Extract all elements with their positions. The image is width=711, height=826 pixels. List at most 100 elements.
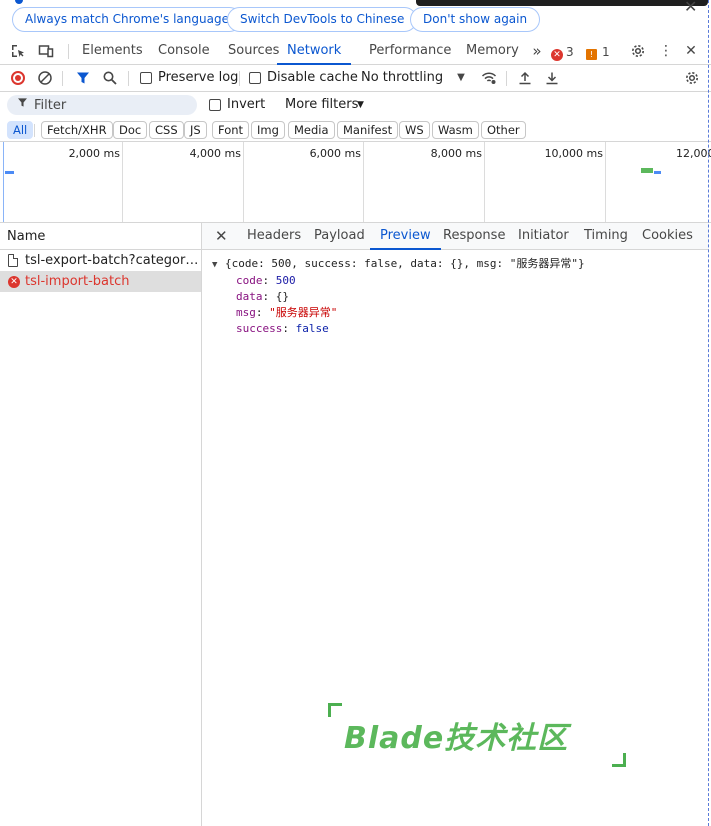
device-toggle-icon[interactable] [38, 43, 54, 59]
filter-row: Invert More filters ▼ [0, 92, 711, 118]
inspect-element-icon[interactable] [10, 43, 26, 59]
window-edge-guide [708, 0, 709, 826]
type-filter-js[interactable]: JS [184, 121, 207, 139]
dont-show-again-button[interactable]: Don't show again [410, 7, 541, 32]
type-filter-media[interactable]: Media [288, 121, 335, 139]
match-language-button[interactable]: Always match Chrome's language [12, 7, 242, 32]
tab-memory[interactable]: Memory [466, 38, 519, 65]
kebab-menu-icon[interactable]: ⋮ [658, 43, 674, 59]
type-filter-css[interactable]: CSS [149, 121, 184, 139]
watermark-text: Blade技术社区 [344, 721, 569, 756]
network-settings-gear-icon[interactable] [684, 70, 700, 86]
tab-initiator[interactable]: Initiator [518, 223, 569, 250]
export-har-icon[interactable] [544, 70, 560, 86]
filter-input[interactable] [7, 95, 197, 115]
name-column-header[interactable]: Name [0, 223, 201, 250]
overview-tick-label: 8,000 ms [430, 147, 482, 160]
devtools-tabbar: Elements Console Sources Network Perform… [0, 38, 711, 65]
tab-console[interactable]: Console [158, 38, 210, 65]
more-filters-button[interactable]: More filters [285, 92, 358, 118]
error-icon: ✕ [551, 49, 563, 61]
tab-sources[interactable]: Sources [228, 38, 279, 65]
type-filter-other[interactable]: Other [481, 121, 526, 139]
overview-request-bar [5, 171, 14, 174]
overview-gridline [243, 142, 244, 222]
preserve-log-label: Preserve log [158, 70, 239, 85]
warning-count-badge[interactable]: ! 1 [586, 45, 610, 60]
settings-gear-icon[interactable] [630, 43, 646, 59]
record-stop-icon[interactable] [11, 71, 25, 85]
throttling-select[interactable]: No throttling [361, 65, 443, 91]
overview-request-bar [641, 168, 653, 173]
switch-language-button[interactable]: Switch DevTools to Chinese [227, 7, 418, 32]
type-filter-doc[interactable]: Doc [113, 121, 148, 139]
json-preview: ▼ {code: 500, success: false, data: {}, m… [212, 256, 585, 337]
tab-cookies[interactable]: Cookies [642, 223, 693, 250]
chevron-down-icon[interactable]: ▼ [453, 70, 469, 86]
filter-funnel-small-icon [17, 97, 28, 111]
type-filter-font[interactable]: Font [212, 121, 250, 139]
json-prop-data: data: {} [236, 290, 289, 303]
invert-label: Invert [227, 97, 266, 112]
banner-indicator [15, 0, 23, 4]
overview-tick-label: 12,000 [676, 147, 711, 160]
tab-performance[interactable]: Performance [369, 38, 451, 65]
clear-icon[interactable] [37, 70, 53, 86]
overview-request-bar [654, 171, 661, 174]
json-root-row[interactable]: ▼ {code: 500, success: false, data: {}, m… [212, 256, 585, 273]
watermark: Blade技术社区 [328, 703, 626, 767]
type-filter-fetch-xhr[interactable]: Fetch/XHR [41, 121, 113, 139]
expand-triangle-icon[interactable]: ▼ [212, 257, 225, 273]
filter-funnel-icon[interactable] [75, 70, 91, 86]
type-filter-manifest[interactable]: Manifest [337, 121, 399, 139]
warning-icon: ! [586, 49, 597, 60]
close-devtools-icon[interactable]: ✕ [683, 43, 699, 59]
request-name: tsl-export-batch?categoryId... [25, 253, 201, 268]
search-icon[interactable] [102, 70, 118, 86]
toolbar-divider [128, 71, 129, 86]
overview-gridline [363, 142, 364, 222]
document-icon [8, 254, 18, 267]
overview-start-marker [3, 142, 4, 222]
type-filter-img[interactable]: Img [251, 121, 285, 139]
request-list: Name tsl-export-batch?categoryId... ✕ ts… [0, 223, 202, 826]
disable-cache-checkbox[interactable] [249, 72, 261, 84]
json-prop-success: success: false [236, 322, 329, 335]
type-filter-wasm[interactable]: Wasm [432, 121, 479, 139]
tab-payload[interactable]: Payload [314, 223, 365, 250]
more-filters-chevron-icon[interactable]: ▼ [357, 92, 364, 118]
error-count-badge[interactable]: ✕ 3 [551, 45, 574, 61]
tab-network[interactable]: Network [277, 38, 352, 65]
overview-tick-label: 2,000 ms [68, 147, 120, 160]
tab-headers[interactable]: Headers [247, 223, 301, 250]
chips-divider [34, 124, 35, 137]
more-tabs-icon[interactable]: » [529, 43, 545, 59]
type-filter-ws[interactable]: WS [399, 121, 430, 139]
network-overview[interactable]: 2,000 ms 4,000 ms 6,000 ms 8,000 ms 10,0… [0, 142, 711, 223]
request-row-import[interactable]: ✕ tsl-import-batch [0, 271, 201, 292]
detail-tabbar: ✕ Headers Payload Preview Response Initi… [202, 223, 709, 250]
tab-response[interactable]: Response [443, 223, 505, 250]
type-filter-all[interactable]: All [7, 121, 34, 139]
resource-type-filters: All Fetch/XHR Doc CSS JS Font Img Media … [0, 118, 711, 142]
network-conditions-icon[interactable] [481, 70, 497, 86]
error-icon: ✕ [8, 276, 20, 288]
invert-checkbox[interactable] [209, 99, 221, 111]
import-har-icon[interactable] [517, 70, 533, 86]
request-name: tsl-import-batch [25, 274, 130, 289]
toolbar-divider [62, 71, 63, 86]
overview-tick-label: 4,000 ms [189, 147, 241, 160]
language-banner: Always match Chrome's language Switch De… [0, 0, 711, 38]
overview-gridline [605, 142, 606, 222]
request-row-export[interactable]: tsl-export-batch?categoryId... [0, 250, 201, 271]
toolbar-divider [506, 71, 507, 86]
tab-timing[interactable]: Timing [584, 223, 628, 250]
overview-tick-label: 10,000 ms [544, 147, 603, 160]
banner-close-icon[interactable]: ✕ [684, 0, 697, 16]
json-summary: {code: 500, success: false, data: {}, ms… [225, 257, 585, 270]
tab-preview[interactable]: Preview [370, 223, 441, 250]
tab-elements[interactable]: Elements [82, 38, 143, 65]
toolbar-divider [239, 71, 240, 86]
preserve-log-checkbox[interactable] [140, 72, 152, 84]
close-detail-icon[interactable]: ✕ [215, 227, 228, 245]
